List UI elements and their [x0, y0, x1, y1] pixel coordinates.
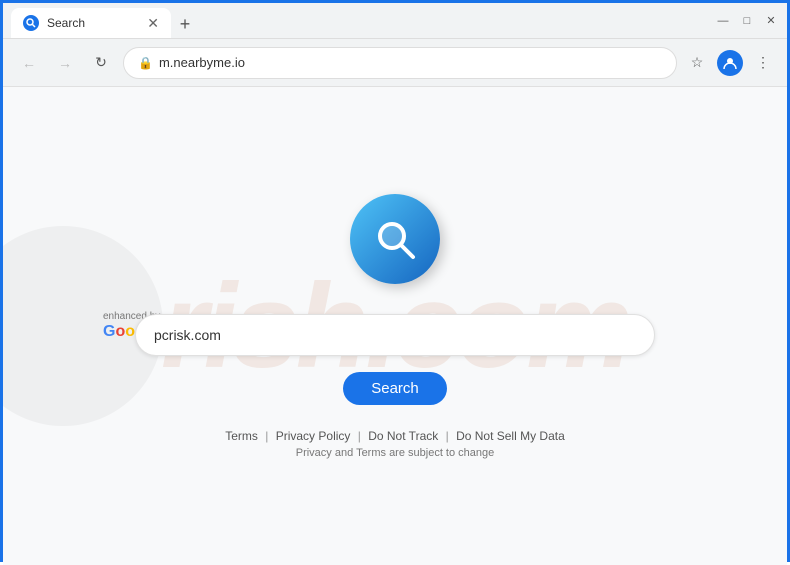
- maximize-button[interactable]: □: [739, 13, 755, 29]
- separator-3: |: [446, 429, 449, 443]
- do-not-track-link[interactable]: Do Not Track: [368, 429, 438, 443]
- search-form: Search: [135, 314, 655, 405]
- search-icon-logo: [350, 194, 440, 284]
- footer-link-row: Terms | Privacy Policy | Do Not Track | …: [225, 429, 565, 443]
- minimize-button[interactable]: —: [715, 13, 731, 29]
- lock-icon: 🔒: [138, 56, 153, 70]
- bookmark-icon[interactable]: ☆: [685, 51, 709, 75]
- footer-links: Terms | Privacy Policy | Do Not Track | …: [225, 429, 565, 459]
- address-bar: ← → ↻ 🔒 m.nearbyme.io ☆ ⋮: [3, 39, 787, 87]
- search-input[interactable]: [154, 327, 636, 343]
- address-input-wrap[interactable]: 🔒 m.nearbyme.io: [123, 47, 677, 79]
- address-actions: ☆ ⋮: [685, 50, 775, 76]
- url-display: m.nearbyme.io: [159, 55, 662, 70]
- main-content: rish.com enhanced by Google Search Terms…: [3, 87, 787, 565]
- reload-button[interactable]: ↻: [87, 49, 115, 77]
- search-button[interactable]: Search: [343, 372, 447, 405]
- tab-favicon: [23, 15, 39, 31]
- separator-1: |: [265, 429, 268, 443]
- privacy-policy-link[interactable]: Privacy Policy: [276, 429, 351, 443]
- tab-area: Search ✕ +: [11, 3, 707, 38]
- do-not-sell-link[interactable]: Do Not Sell My Data: [456, 429, 565, 443]
- new-tab-button[interactable]: +: [171, 10, 199, 38]
- window-controls: — □ ✕: [715, 13, 779, 29]
- tab-close-button[interactable]: ✕: [147, 16, 159, 30]
- terms-link[interactable]: Terms: [225, 429, 258, 443]
- footer-subtext: Privacy and Terms are subject to change: [225, 447, 565, 459]
- close-button[interactable]: ✕: [763, 13, 779, 29]
- search-input-wrap[interactable]: [135, 314, 655, 356]
- forward-button[interactable]: →: [51, 49, 79, 77]
- tab-title: Search: [47, 16, 139, 30]
- active-tab[interactable]: Search ✕: [11, 8, 171, 38]
- menu-icon[interactable]: ⋮: [751, 51, 775, 75]
- back-button[interactable]: ←: [15, 49, 43, 77]
- separator-2: |: [358, 429, 361, 443]
- profile-icon[interactable]: [717, 50, 743, 76]
- title-bar: Search ✕ + — □ ✕: [3, 3, 787, 39]
